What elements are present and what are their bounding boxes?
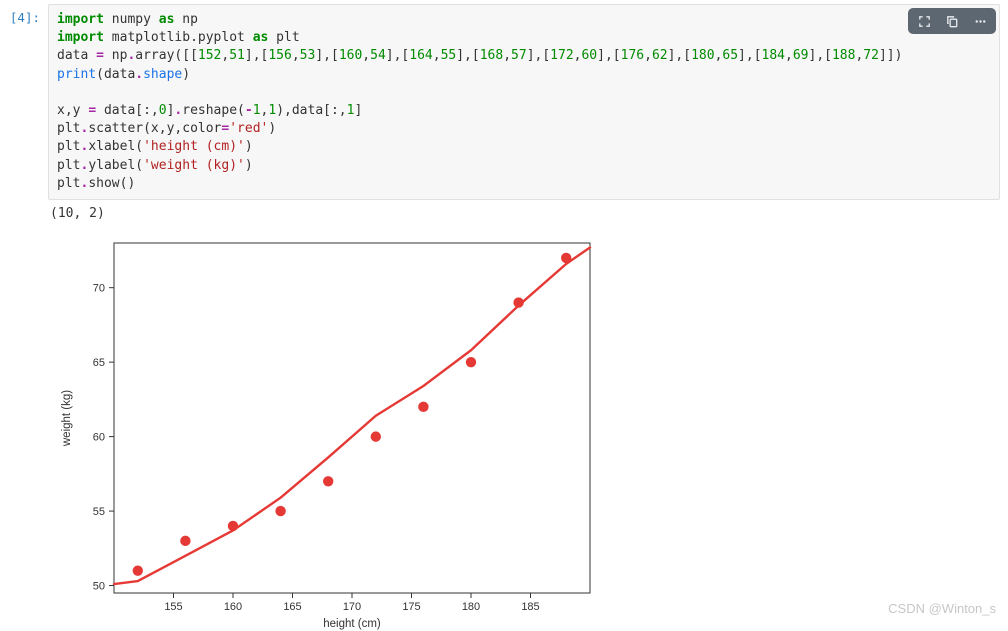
- copy-icon[interactable]: [941, 11, 963, 31]
- expand-icon[interactable]: [913, 11, 935, 31]
- svg-text:170: 170: [343, 601, 361, 613]
- svg-text:180: 180: [462, 601, 480, 613]
- output-row: (10, 2): [0, 200, 1008, 229]
- cell-prompt: [4]:: [8, 4, 48, 25]
- svg-text:175: 175: [402, 601, 420, 613]
- svg-text:weight (kg): weight (kg): [61, 390, 73, 447]
- svg-text:60: 60: [93, 431, 105, 443]
- svg-text:160: 160: [224, 601, 242, 613]
- svg-text:65: 65: [93, 357, 105, 369]
- svg-text:height (cm): height (cm): [323, 618, 381, 630]
- svg-text:185: 185: [521, 601, 539, 613]
- code-cell: [4]: import numpy as np import matplotli…: [0, 0, 1008, 200]
- input-area: import numpy as np import matplotlib.pyp…: [48, 4, 1000, 200]
- code-editor[interactable]: import numpy as np import matplotlib.pyp…: [48, 4, 1000, 200]
- svg-text:55: 55: [93, 506, 105, 518]
- svg-text:155: 155: [164, 601, 182, 613]
- chart-output: 155 160 165 170 175 180 185 50 55 60 65 70 height (c…: [0, 229, 1008, 631]
- stdout-output: (10, 2): [48, 200, 1000, 229]
- cell-toolbar: [908, 8, 996, 34]
- scatter-plot: 155 160 165 170 175 180 185 50 55 60 65 70 height (c…: [48, 233, 608, 631]
- svg-text:165: 165: [283, 601, 301, 613]
- more-icon[interactable]: [969, 11, 991, 31]
- svg-text:70: 70: [93, 283, 105, 295]
- svg-text:50: 50: [93, 580, 105, 592]
